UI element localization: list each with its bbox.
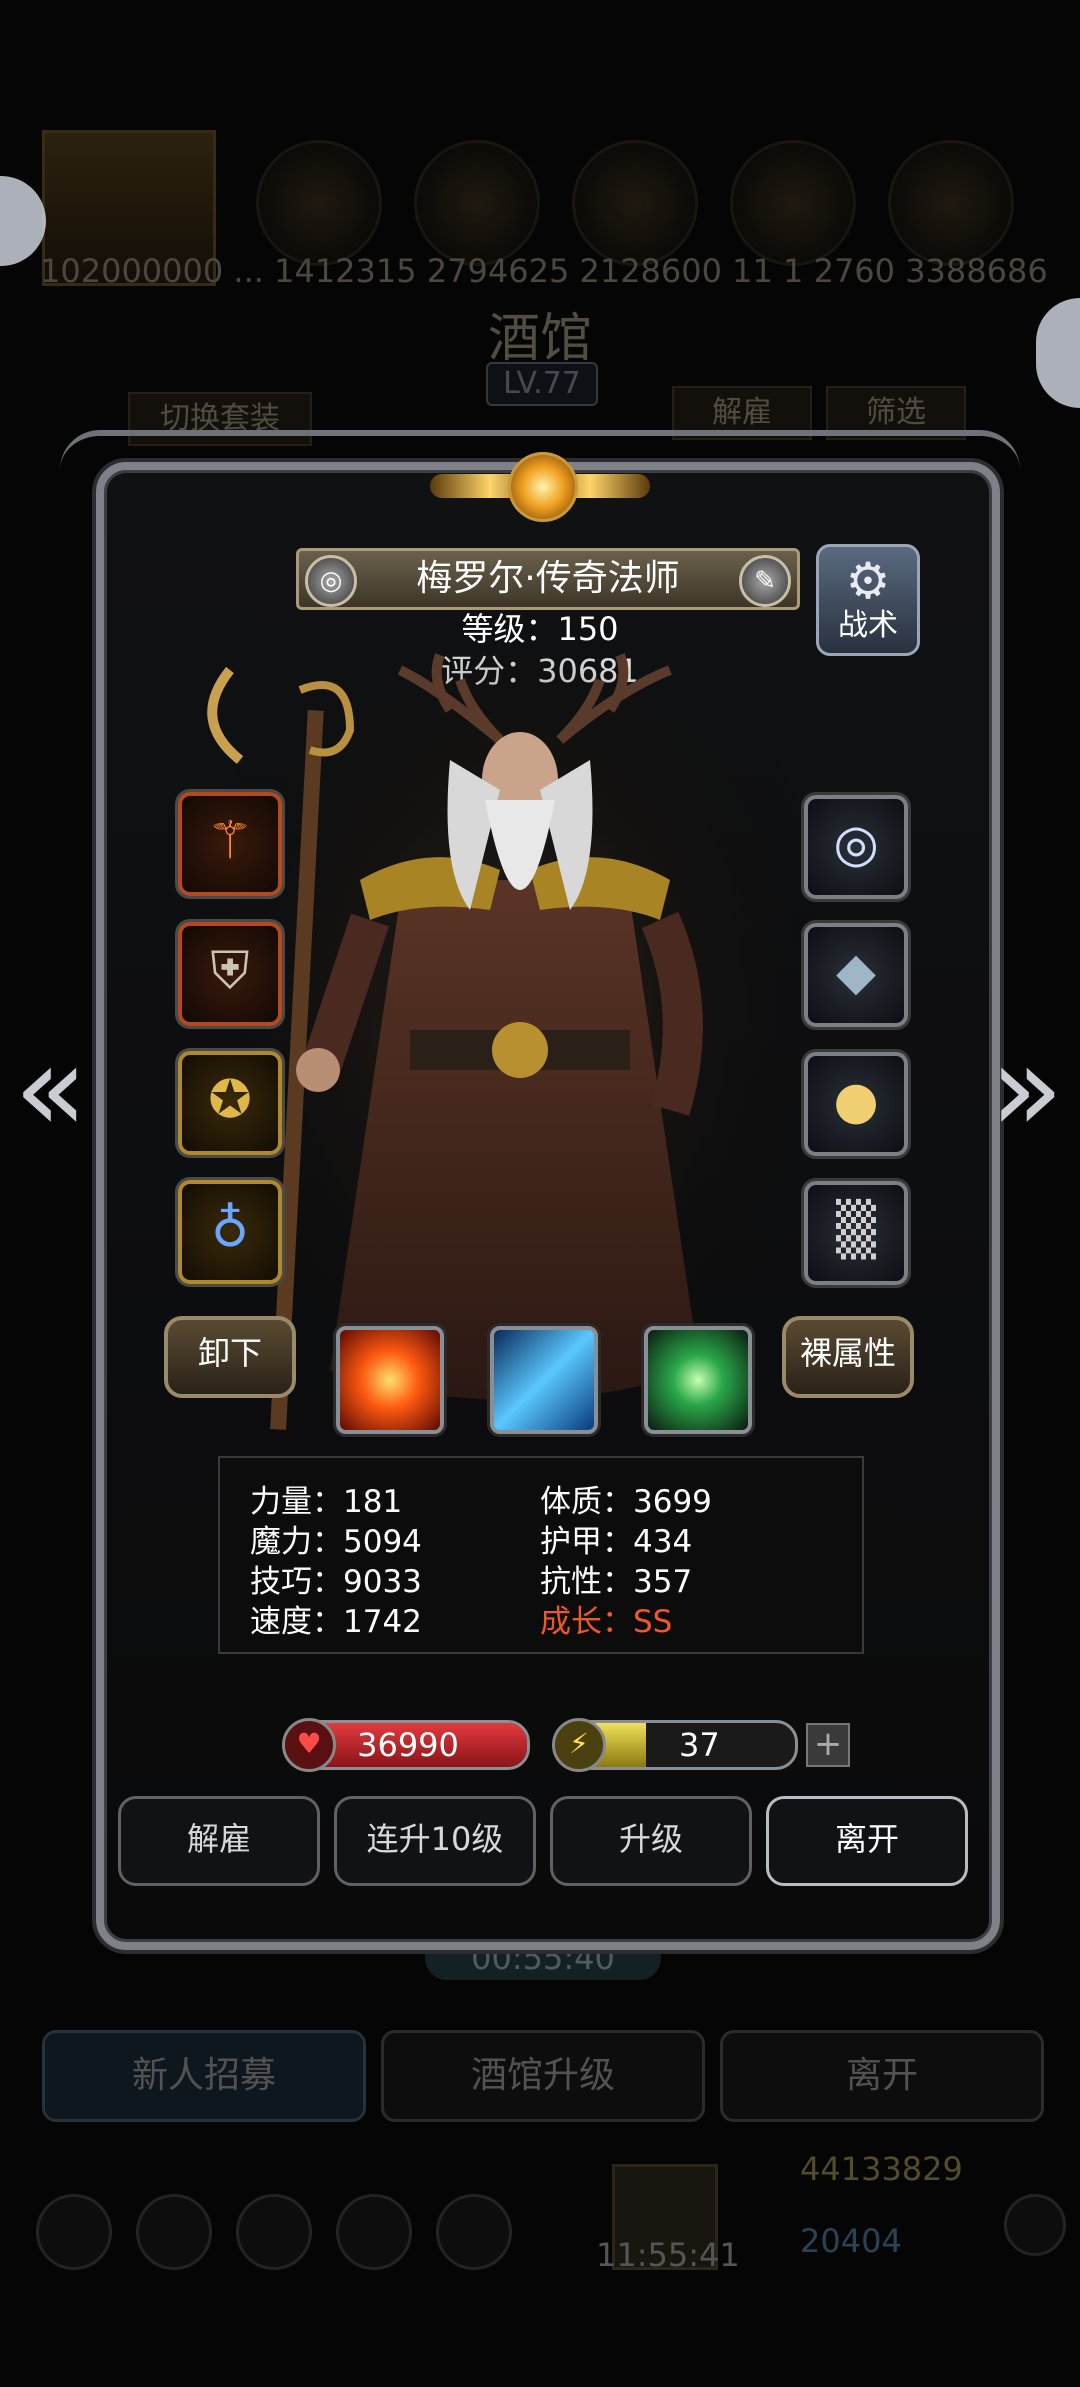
- menu-icon[interactable]: [336, 2194, 412, 2270]
- hero-name-plate: 梅罗尔·传奇法师 ◎ ✎: [296, 548, 800, 610]
- dismiss-button[interactable]: 解雇: [118, 1796, 320, 1886]
- crystal-rock-icon: ◆: [836, 942, 876, 1002]
- equip-slot-chainmail[interactable]: ▒: [804, 1181, 908, 1285]
- menu-icon[interactable]: [436, 2194, 512, 2270]
- previous-hero-arrow-icon[interactable]: «: [14, 1030, 87, 1150]
- add-currency-icon[interactable]: [1004, 2194, 1066, 2256]
- amulet-icon: ♁: [210, 1199, 250, 1259]
- hero-badge-icon[interactable]: ◎: [305, 555, 357, 607]
- next-hero-arrow-icon[interactable]: »: [990, 1030, 1063, 1150]
- stat-magic: 魔力：5094: [250, 1524, 422, 1560]
- stat-armor: 护甲：434: [540, 1524, 693, 1560]
- gear-icon: ⚙: [845, 552, 891, 610]
- gold-amount: 44133829: [800, 2150, 963, 2188]
- background-slot: [572, 140, 698, 266]
- background-slot: [888, 140, 1014, 266]
- menu-icon[interactable]: [236, 2194, 312, 2270]
- hero-name: 梅罗尔·传奇法师: [416, 558, 680, 599]
- level-up-10-button[interactable]: 连升10级: [334, 1796, 536, 1886]
- stats-panel: 力量：181 魔力：5094 技巧：9033 速度：1742 体质：3699 护…: [218, 1456, 864, 1654]
- menu-icon[interactable]: [136, 2194, 212, 2270]
- background-slot: [730, 140, 856, 266]
- armor-icon: ⛨: [210, 941, 250, 1001]
- background-clock: 11:55:41: [596, 2236, 740, 2274]
- lightning-icon: ⚡: [552, 1718, 606, 1772]
- tab-tavern-upgrade[interactable]: 酒馆升级: [381, 2030, 705, 2122]
- stat-skill: 技巧：9033: [250, 1564, 422, 1600]
- equip-slot-rock[interactable]: ◆: [804, 923, 908, 1027]
- tavern-level-badge: LV.77: [486, 362, 598, 406]
- stat-growth: 成长：SS: [540, 1604, 673, 1640]
- level-up-button[interactable]: 升级: [550, 1796, 752, 1886]
- tab-leave[interactable]: 离开: [720, 2030, 1044, 2122]
- rename-edit-icon[interactable]: ✎: [739, 555, 791, 607]
- rank-emblem-icon: [430, 448, 650, 528]
- stat-strength: 力量：181: [250, 1484, 403, 1520]
- background-slot: [414, 140, 540, 266]
- green-crystal-icon[interactable]: [644, 1326, 752, 1434]
- equip-slot-amulet[interactable]: ♁: [178, 1180, 282, 1284]
- heart-icon: ♥: [282, 1718, 336, 1772]
- add-energy-button[interactable]: +: [806, 1723, 850, 1767]
- gem-amount: 20404: [800, 2222, 902, 2260]
- hero-level: 等级：150: [461, 610, 619, 648]
- medallion-icon: ✪: [208, 1070, 252, 1130]
- stat-speed: 速度：1742: [250, 1604, 422, 1640]
- tavern-title: 酒馆: [487, 309, 592, 369]
- background-number-strip: 102000000 ... 1412315 2794625 2128600 11…: [40, 252, 1048, 290]
- tab-new-recruit[interactable]: 新人招募: [42, 2030, 366, 2122]
- equip-slot-armor[interactable]: ⛨: [178, 922, 282, 1026]
- chainmail-icon: ▒: [836, 1200, 876, 1260]
- energy-value: 37: [679, 1726, 720, 1764]
- stat-constitution: 体质：3699: [540, 1484, 712, 1520]
- leave-button[interactable]: 离开: [766, 1796, 968, 1886]
- equip-slot-weapon[interactable]: ⚚: [178, 792, 282, 896]
- swirl-orb-icon: ◎: [833, 814, 879, 874]
- lantern-icon: ●: [833, 1071, 879, 1131]
- background-slot: [256, 140, 382, 266]
- fire-burst-icon[interactable]: [336, 1326, 444, 1434]
- stat-resistance: 抗性：357: [540, 1564, 693, 1600]
- base-attributes-button[interactable]: 裸属性: [782, 1316, 914, 1398]
- equip-slot-lantern[interactable]: ●: [804, 1052, 908, 1156]
- staff-icon: ⚚: [206, 811, 254, 871]
- equip-slot-orb[interactable]: ◎: [804, 795, 908, 899]
- equip-slot-medallion[interactable]: ✪: [178, 1051, 282, 1155]
- unequip-button[interactable]: 卸下: [164, 1316, 296, 1398]
- ice-shards-icon[interactable]: [490, 1326, 598, 1434]
- menu-icon[interactable]: [36, 2194, 112, 2270]
